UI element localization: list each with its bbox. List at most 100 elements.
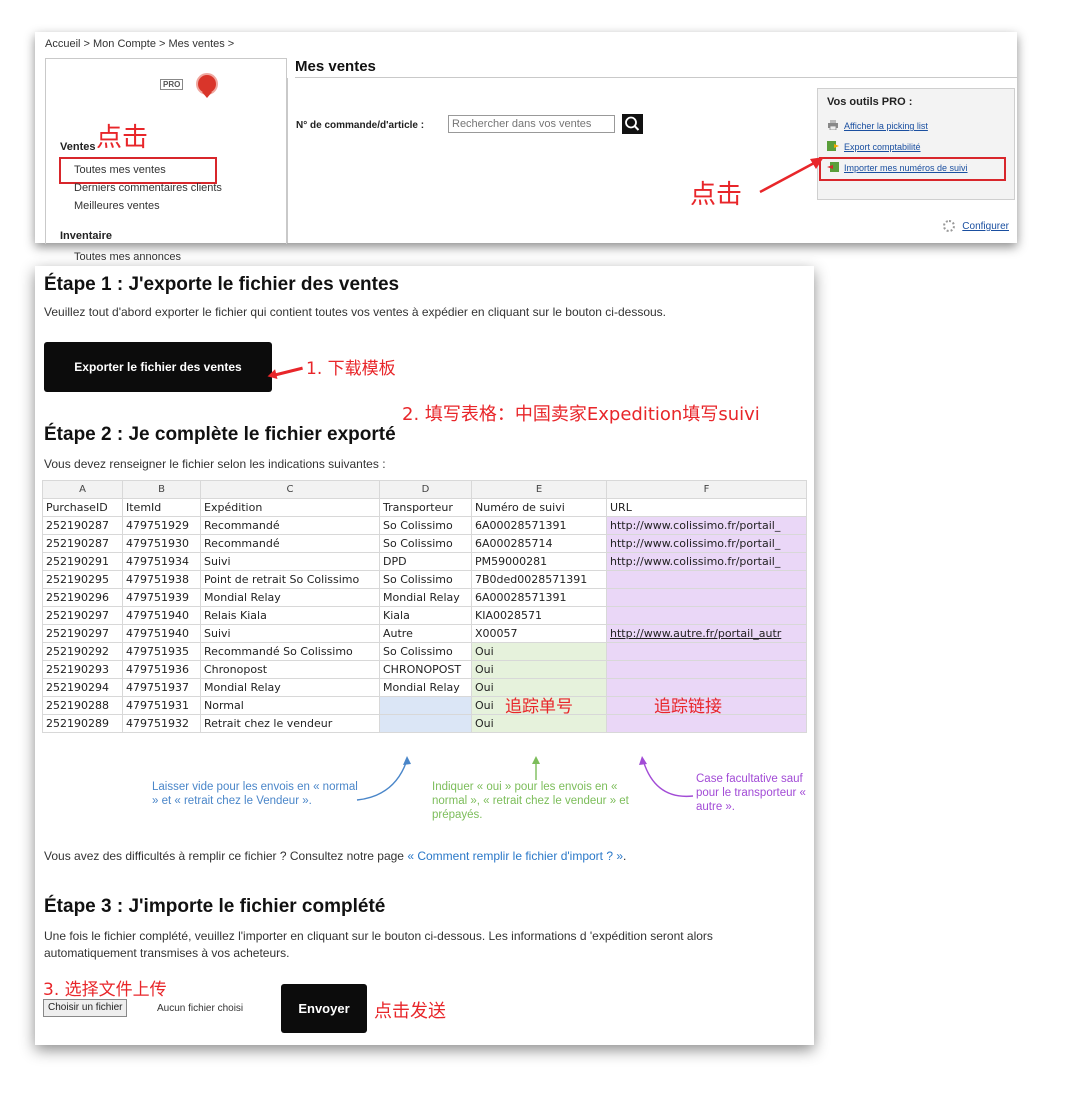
table-row: 252190297 479751940 Suivi Autre X00057 http:/… xyxy=(42,624,807,643)
table-cell: 252190289 xyxy=(42,714,123,733)
help-text: Vous avez des difficultés à remplir ce f… xyxy=(44,849,408,863)
breadcrumb[interactable]: Accueil > Mon Compte > Mes ventes > xyxy=(45,38,234,50)
table-cell: Mondial Relay xyxy=(200,588,380,607)
table-cell: Kiala xyxy=(379,606,472,625)
help-text-end: . xyxy=(623,849,627,863)
gear-icon xyxy=(943,220,955,232)
send-button[interactable]: Envoyer xyxy=(281,984,367,1033)
order-number-label: N° de commande/d'article : xyxy=(296,120,425,131)
step3-title: Étape 3 : J'importe le fichier complété xyxy=(44,896,386,917)
table-cell xyxy=(606,570,807,589)
tool-import-tracking-label: Importer mes numéros de suivi xyxy=(844,163,968,173)
table-cell: 479751935 xyxy=(122,642,201,661)
help-paragraph: Vous avez des difficultés à remplir ce f… xyxy=(44,848,626,865)
table-cell: Recommandé xyxy=(200,516,380,535)
table-cell: Retrait chez le vendeur xyxy=(200,714,380,733)
table-cell: PM59000281 xyxy=(471,552,607,571)
sidebar-section-ventes: Ventes xyxy=(60,141,96,153)
printer-icon xyxy=(827,120,839,131)
annotation-click-send: 点击发送 xyxy=(374,1001,446,1022)
annotation-arrow-icon xyxy=(759,157,824,194)
table-cell: 252190293 xyxy=(42,660,123,679)
tool-picking-list-link[interactable]: Afficher la picking list xyxy=(827,120,928,131)
table-cell: Oui xyxy=(471,642,607,661)
green-pointer-icon xyxy=(532,756,540,780)
table-cell xyxy=(606,606,807,625)
sidebar-item-toutes-mes-annonces[interactable]: Toutes mes annonces xyxy=(74,251,181,263)
table-cell: Oui xyxy=(471,714,607,733)
note-leave-empty: Laisser vide pour les envois en « normal… xyxy=(152,781,358,807)
table-row: 252190291 479751934 Suivi DPD PM59000281 http… xyxy=(42,552,807,571)
header-cell: Numéro de suivi xyxy=(471,498,607,517)
annotation-arrow-step1 xyxy=(275,366,303,377)
table-cell: 6A000285714 xyxy=(471,534,607,553)
order-search-input[interactable] xyxy=(448,115,615,133)
sidebar-item-meilleures-ventes[interactable]: Meilleures ventes xyxy=(74,200,160,212)
table-cell: Oui xyxy=(471,660,607,679)
export-sales-file-button[interactable]: Exporter le fichier des ventes xyxy=(44,342,272,392)
sidebar-item-derniers-commentaires[interactable]: Derniers commentaires clients xyxy=(74,182,222,194)
annotation-click-left: 点击 xyxy=(96,123,149,153)
annotation-fill-table: 2. 填写表格：中国卖家Expedition填写suivi xyxy=(402,404,760,425)
configure-link[interactable]: Configurer xyxy=(962,221,1009,232)
table-row: 252190296 479751939 Mondial Relay Mondial R… xyxy=(42,588,807,607)
column-letters-row: A B C D E F xyxy=(42,480,807,499)
table-cell: http://www.colissimo.fr/portail_ xyxy=(606,534,807,553)
table-cell: Recommandé xyxy=(200,534,380,553)
tool-import-tracking-link[interactable]: Importer mes numéros de suivi xyxy=(827,162,968,173)
table-cell xyxy=(379,714,472,733)
table-cell: DPD xyxy=(379,552,472,571)
table-cell: 479751940 xyxy=(122,624,201,643)
step1-text: Veuillez tout d'abord exporter le fichie… xyxy=(44,305,666,319)
table-cell: Chronopost xyxy=(200,660,380,679)
col-letter: D xyxy=(379,480,472,499)
table-cell: X00057 xyxy=(471,624,607,643)
pro-badge: PRO xyxy=(160,79,184,90)
annotation-choose-file: 3. 选择文件上传 xyxy=(43,980,167,1000)
table-cell: 479751931 xyxy=(122,696,201,715)
annotation-click-right: 点击 xyxy=(690,180,743,210)
table-cell xyxy=(606,660,807,679)
table-cell: 252190294 xyxy=(42,678,123,697)
title-divider xyxy=(295,77,1017,78)
note-optional-url: Case facultative sauf pour le transporte… xyxy=(696,773,806,813)
help-link[interactable]: « Comment remplir le fichier d'import ? … xyxy=(407,849,623,863)
table-cell: 479751934 xyxy=(122,552,201,571)
table-cell: 479751932 xyxy=(122,714,201,733)
table-cell: 6A00028571391 xyxy=(471,516,607,535)
table-cell: 252190297 xyxy=(42,624,123,643)
table-row: 252190287 479751930 Recommandé So Colissimo… xyxy=(42,534,807,553)
step3-text: Une fois le fichier complété, veuillez l… xyxy=(44,929,713,960)
table-cell: 252190297 xyxy=(42,606,123,625)
table-cell: 479751938 xyxy=(122,570,201,589)
table-cell: http://www.colissimo.fr/portail_ xyxy=(606,552,807,571)
search-icon xyxy=(625,116,640,131)
sidebar: PRO Ventes 点击 Toutes mes ventes Derniers… xyxy=(45,58,287,263)
table-cell: CHRONOPOST xyxy=(379,660,472,679)
table-row: 252190289 479751932 Retrait chez le vendeu… xyxy=(42,714,807,733)
content-divider xyxy=(287,78,288,243)
header-cell: ItemId xyxy=(122,498,201,517)
table-cell: http://www.autre.fr/portail_autr xyxy=(606,624,807,643)
header-cell: URL xyxy=(606,498,807,517)
table-cell: Mondial Relay xyxy=(379,678,472,697)
table-cell: So Colissimo xyxy=(379,642,472,661)
table-cell: Normal xyxy=(200,696,380,715)
header-cell: Transporteur xyxy=(379,498,472,517)
table-row: 252190293 479751936 Chronopost CHRONOPOST Ou… xyxy=(42,660,807,679)
tool-export-compta-link[interactable]: Export comptabilité xyxy=(827,141,921,152)
header-cell: PurchaseID xyxy=(42,498,123,517)
table-cell: 479751937 xyxy=(122,678,201,697)
import-steps-panel: Étape 1 : J'exporte le fichier des vente… xyxy=(35,266,814,1045)
table-cell: So Colissimo xyxy=(379,570,472,589)
purple-pointer-icon xyxy=(639,756,694,798)
step2-title: Étape 2 : Je complète le fichier exporté xyxy=(44,424,396,445)
tool-picking-list-label: Afficher la picking list xyxy=(844,121,928,131)
header-row: PurchaseID ItemId Expédition Transporteu… xyxy=(42,498,807,517)
table-cell: 479751930 xyxy=(122,534,201,553)
table-cell xyxy=(606,588,807,607)
search-button[interactable] xyxy=(622,114,643,134)
table-cell: 252190288 xyxy=(42,696,123,715)
choose-file-button[interactable]: Choisir un fichier xyxy=(43,999,128,1017)
table-cell xyxy=(379,696,472,715)
